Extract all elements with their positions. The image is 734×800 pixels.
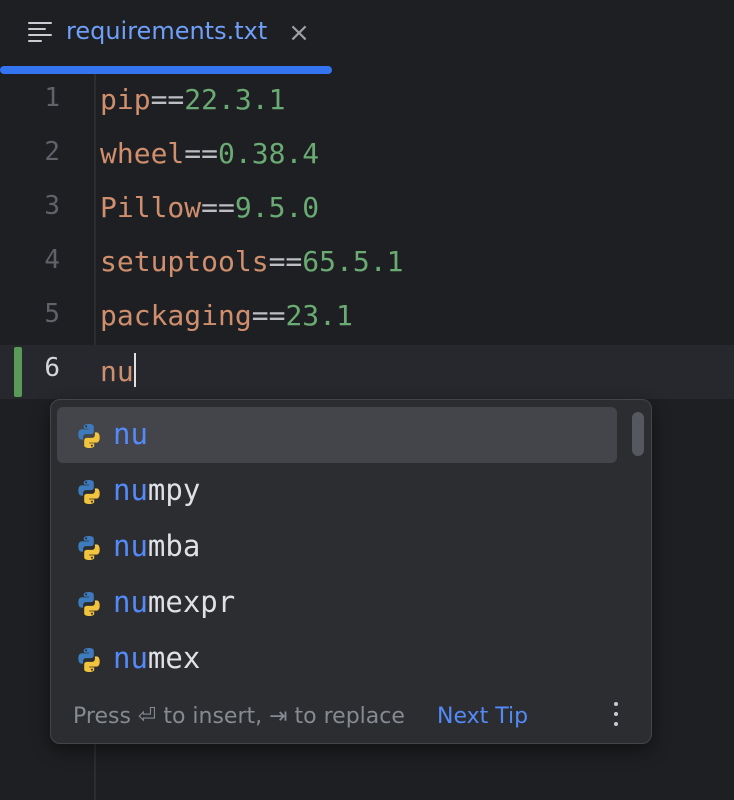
text-caret — [134, 353, 136, 387]
operator: == — [252, 299, 286, 332]
python-icon — [75, 590, 103, 618]
code-line[interactable]: 2 wheel==0.38.4 — [0, 129, 734, 183]
completion-item-numpy[interactable]: numpy — [57, 463, 617, 519]
line-number: 2 — [0, 137, 60, 167]
version: 65.5.1 — [302, 245, 403, 278]
code-completion-popup: nu numpy numba — [50, 399, 652, 744]
tab-requirements[interactable]: requirements.txt × — [0, 0, 332, 74]
operator: == — [201, 191, 235, 224]
version: 22.3.1 — [184, 83, 285, 116]
line-number: 4 — [0, 245, 60, 275]
package-name: wheel — [100, 137, 184, 170]
package-name: setuptools — [100, 245, 269, 278]
completion-label: numex — [113, 641, 200, 675]
python-icon — [75, 422, 103, 450]
operator: == — [151, 83, 185, 116]
version: 23.1 — [285, 299, 352, 332]
next-tip-link[interactable]: Next Tip — [437, 704, 528, 729]
completion-footer: Press ⏎ to insert, ⇥ to replace Next Tip — [51, 688, 651, 743]
code-text[interactable]: Pillow==9.5.0 — [100, 191, 319, 224]
operator: == — [184, 137, 218, 170]
code-line[interactable]: 3 Pillow==9.5.0 — [0, 183, 734, 237]
line-number: 5 — [0, 299, 60, 329]
completion-label: numexpr — [113, 585, 235, 619]
line-number: 3 — [0, 191, 60, 221]
line-number: 6 — [0, 353, 60, 383]
code-text[interactable]: pip==22.3.1 — [100, 83, 285, 116]
tab-title: requirements.txt — [66, 17, 267, 45]
completion-item-numex[interactable]: numex — [57, 631, 617, 687]
package-name: packaging — [100, 299, 252, 332]
package-name: Pillow — [100, 191, 201, 224]
code-line[interactable]: 5 packaging==23.1 — [0, 291, 734, 345]
operator: == — [269, 245, 303, 278]
code-line[interactable]: 4 setuptools==65.5.1 — [0, 237, 734, 291]
completion-hint: Press ⏎ to insert, ⇥ to replace — [73, 704, 405, 729]
editor-tab-bar: requirements.txt × — [0, 0, 734, 74]
completion-label: nu — [113, 417, 148, 451]
python-icon — [75, 646, 103, 674]
completion-item-numba[interactable]: numba — [57, 519, 617, 575]
version: 0.38.4 — [218, 137, 319, 170]
completion-label: numpy — [113, 473, 200, 507]
line-number: 1 — [0, 83, 60, 113]
completion-item-nu[interactable]: nu — [57, 407, 617, 463]
current-code-line[interactable]: 6 nu — [0, 345, 734, 399]
vertical-ellipsis-icon[interactable] — [606, 696, 626, 732]
code-text[interactable]: setuptools==65.5.1 — [100, 245, 403, 278]
completion-scrollbar[interactable] — [632, 412, 644, 456]
typed-text: nu — [100, 355, 134, 388]
code-text[interactable]: wheel==0.38.4 — [100, 137, 319, 170]
active-tab-indicator — [0, 66, 332, 74]
code-line[interactable]: 1 pip==22.3.1 — [0, 75, 734, 129]
python-icon — [75, 478, 103, 506]
code-text[interactable]: packaging==23.1 — [100, 299, 353, 332]
version: 9.5.0 — [235, 191, 319, 224]
code-text[interactable]: nu — [100, 353, 136, 388]
close-icon[interactable]: × — [284, 18, 314, 48]
completion-list: nu numpy numba — [51, 400, 651, 688]
completion-item-numexpr[interactable]: numexpr — [57, 575, 617, 631]
python-icon — [75, 534, 103, 562]
package-name: pip — [100, 83, 151, 116]
completion-label: numba — [113, 529, 200, 563]
text-file-icon — [28, 22, 52, 42]
